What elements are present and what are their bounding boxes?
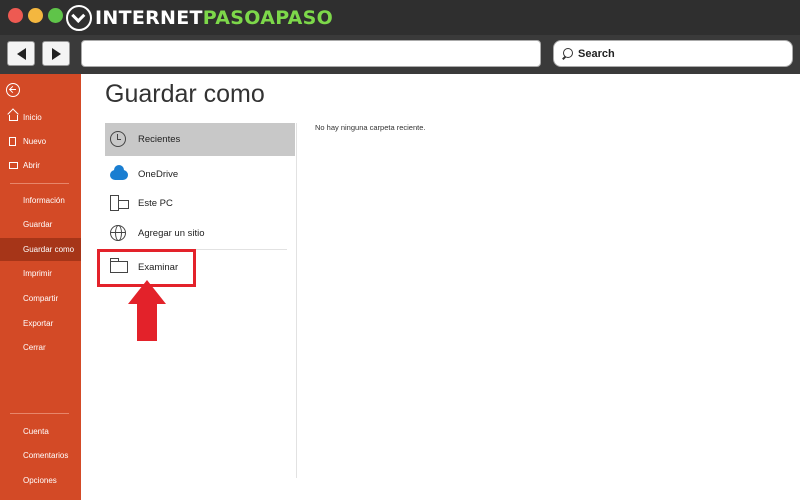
sidebar-item-imprimir[interactable]: Imprimir xyxy=(0,262,81,284)
window-titlebar: INTERNETPASOAPASO xyxy=(0,0,800,35)
sidebar-item-label: Imprimir xyxy=(23,268,52,278)
location-label: OneDrive xyxy=(138,169,179,180)
sidebar-item-label: Compartir xyxy=(23,293,59,303)
sidebar-item-label: Opciones xyxy=(23,475,57,485)
sidebar-item-label: Guardar como xyxy=(23,245,75,254)
sidebar-item-informacion[interactable]: Información xyxy=(0,189,81,211)
sidebar-divider xyxy=(10,183,69,184)
back-button[interactable] xyxy=(7,41,35,66)
maximize-window-button[interactable] xyxy=(48,8,63,23)
location-recientes[interactable]: Recientes xyxy=(105,123,295,156)
page-title: Guardar como xyxy=(105,80,265,108)
sidebar-divider xyxy=(10,413,69,414)
sidebar-item-inicio[interactable]: Inicio xyxy=(0,106,81,128)
sidebar-item-opciones[interactable]: Opciones xyxy=(0,469,81,491)
backstage-sidebar: Inicio Nuevo Abrir Información Guardar G… xyxy=(0,74,81,500)
sidebar-item-cuenta[interactable]: Cuenta xyxy=(0,420,81,442)
close-window-button[interactable] xyxy=(8,8,23,23)
logo-text-part1: INTERNET xyxy=(95,6,203,29)
location-label: Agregar un sitio xyxy=(138,228,205,239)
pane-divider xyxy=(296,123,297,478)
logo-text-part2: PASOAPASO xyxy=(202,6,334,29)
sidebar-item-guardar[interactable]: Guardar xyxy=(0,213,81,235)
sidebar-item-nuevo[interactable]: Nuevo xyxy=(0,130,81,152)
sidebar-item-abrir[interactable]: Abrir xyxy=(0,154,81,176)
sidebar-item-label: Cerrar xyxy=(23,342,46,352)
sidebar-item-label: Abrir xyxy=(23,160,40,170)
empty-recent-message: No hay ninguna carpeta reciente. xyxy=(315,123,426,132)
back-arrow-icon[interactable] xyxy=(6,83,20,97)
location-label: Recientes xyxy=(138,134,181,145)
browser-toolbar: Search xyxy=(0,35,800,74)
arrow-left-icon xyxy=(16,47,26,60)
search-placeholder: Search xyxy=(578,47,615,60)
sidebar-item-comentarios[interactable]: Comentarios xyxy=(0,444,81,466)
search-icon xyxy=(562,47,574,60)
location-agregar-sitio[interactable]: Agregar un sitio xyxy=(105,217,295,250)
forward-button[interactable] xyxy=(42,41,70,66)
sidebar-item-label: Nuevo xyxy=(23,136,47,146)
sidebar-item-label: Cuenta xyxy=(23,426,49,436)
search-input[interactable]: Search xyxy=(553,40,793,67)
minimize-window-button[interactable] xyxy=(28,8,43,23)
new-file-icon xyxy=(9,136,16,146)
sidebar-item-label: Inicio xyxy=(23,112,42,122)
home-icon xyxy=(9,115,18,121)
sidebar-item-cerrar[interactable]: Cerrar xyxy=(0,336,81,358)
sidebar-item-label: Guardar xyxy=(23,219,53,229)
sidebar-item-exportar[interactable]: Exportar xyxy=(0,312,81,334)
site-logo: INTERNETPASOAPASO xyxy=(66,4,333,31)
sidebar-item-guardar-como[interactable]: Guardar como xyxy=(0,238,81,261)
computer-icon xyxy=(110,195,129,211)
clock-icon xyxy=(110,131,126,147)
location-label: Este PC xyxy=(138,198,173,209)
address-bar[interactable] xyxy=(81,40,541,67)
arrow-right-icon xyxy=(51,47,61,60)
sidebar-item-label: Exportar xyxy=(23,318,54,328)
globe-icon xyxy=(110,225,126,241)
sidebar-item-compartir[interactable]: Compartir xyxy=(0,287,81,309)
logo-check-icon xyxy=(66,4,92,31)
cloud-icon xyxy=(110,165,128,180)
up-arrow-icon xyxy=(128,280,166,342)
folder-open-icon xyxy=(9,161,18,169)
sidebar-item-label: Comentarios xyxy=(23,450,69,460)
location-este-pc[interactable]: Este PC xyxy=(105,187,295,220)
sidebar-item-label: Información xyxy=(23,195,65,205)
